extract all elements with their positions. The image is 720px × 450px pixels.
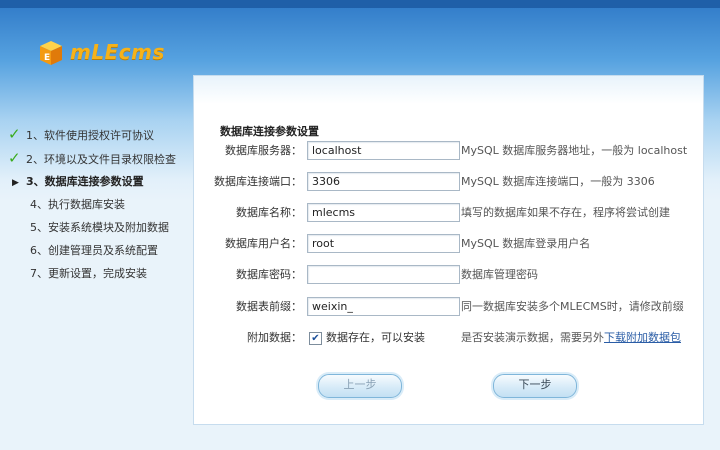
db-name-hint: 填写的数据库如果不存在，程序将尝试创建 [461,206,670,219]
table-prefix-label: 数据表前缀： [236,300,302,313]
db-user-label: 数据库用户名： [225,237,302,250]
step-1: ✓ 1、软件使用授权许可协议 [8,125,154,143]
step-6: 6、创建管理员及系统配置 [8,242,158,260]
download-extra-data-link[interactable]: 下载附加数据包 [604,331,681,344]
extra-data-hint-text: 是否安装演示数据，需要另外 [461,331,604,344]
db-port-input[interactable] [307,172,460,191]
arrow-right-icon: ▶ [12,178,19,188]
prev-button[interactable]: 上一步 [318,374,402,398]
step-2: ✓ 2、环境以及文件目录权限检查 [8,149,176,167]
db-server-label: 数据库服务器： [225,144,302,157]
step-4: 4、执行数据库安装 [8,196,125,214]
next-button[interactable]: 下一步 [493,374,577,398]
step-label: 7、更新设置，完成安装 [30,267,147,280]
table-prefix-hint: 同一数据库安装多个MLECMS时，请修改前缀 [461,300,684,313]
db-user-input[interactable] [307,234,460,253]
db-name-label: 数据库名称： [236,206,302,219]
db-password-hint: 数据库管理密码 [461,268,538,281]
step-label: 2、环境以及文件目录权限检查 [26,153,176,166]
svg-text:E: E [44,53,50,63]
db-port-label: 数据库连接端口： [214,175,302,188]
check-icon: ✓ [8,149,21,167]
step-label: 3、数据库连接参数设置 [26,175,144,188]
db-password-label: 数据库密码： [236,268,302,281]
checkmark-icon: ✔ [311,333,320,344]
db-server-hint: MySQL 数据库服务器地址，一般为 localhost [461,144,688,157]
db-name-input[interactable] [307,203,460,222]
extra-data-hint: 是否安装演示数据，需要另外下载附加数据包 [461,328,681,348]
panel-header [194,76,703,104]
db-server-input[interactable] [307,141,460,160]
check-icon: ✓ [8,125,21,143]
step-label: 4、执行数据库安装 [30,198,125,211]
db-port-hint: MySQL 数据库连接端口，一般为 3306 [461,175,655,188]
step-3: ▶ 3、数据库连接参数设置 [8,173,144,191]
step-label: 6、创建管理员及系统配置 [30,244,158,257]
section-title: 数据库连接参数设置 [220,125,319,138]
extra-data-label: 附加数据： [247,331,302,344]
logo-cube-icon: E [40,41,62,65]
logo-text: mLEcms [70,40,165,64]
step-label: 1、软件使用授权许可协议 [26,129,154,142]
db-user-hint: MySQL 数据库登录用户名 [461,237,591,250]
extra-data-checkbox-label[interactable]: 数据存在，可以安装 [326,328,425,348]
extra-data-checkbox[interactable]: ✔ [309,332,322,345]
step-label: 5、安装系统模块及附加数据 [30,221,169,234]
db-password-input[interactable] [307,265,460,284]
step-5: 5、安装系统模块及附加数据 [8,219,169,237]
table-prefix-input[interactable] [307,297,460,316]
step-7: 7、更新设置，完成安装 [8,265,147,283]
